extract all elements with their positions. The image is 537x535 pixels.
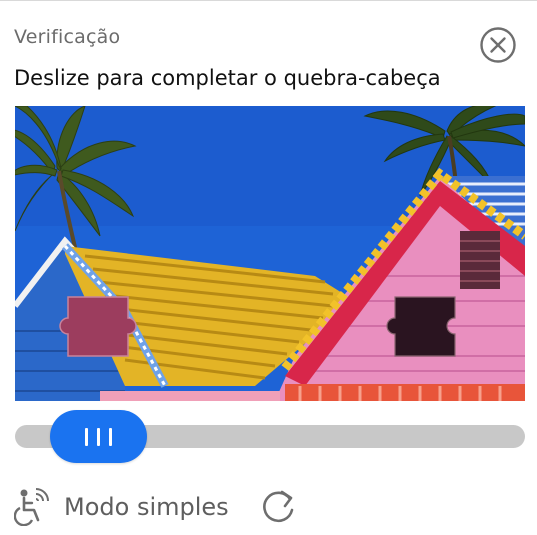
close-button[interactable] bbox=[479, 26, 517, 64]
footer-controls: Modo simples bbox=[14, 487, 298, 527]
captcha-dialog: Verificação Deslize para completar o que… bbox=[0, 0, 537, 535]
simple-mode-button[interactable]: Modo simples bbox=[14, 488, 229, 526]
puzzle-slot-icon bbox=[386, 296, 456, 357]
puzzle-image bbox=[15, 106, 525, 401]
grip-lines-icon bbox=[85, 427, 112, 446]
dialog-title: Verificação bbox=[14, 26, 121, 48]
simple-mode-label: Modo simples bbox=[64, 493, 229, 521]
instruction-text: Deslize para completar o quebra-cabeça bbox=[14, 66, 441, 90]
puzzle-piece-icon[interactable] bbox=[59, 296, 137, 357]
accessibility-wheelchair-icon bbox=[14, 488, 49, 526]
slider-handle[interactable] bbox=[50, 410, 147, 463]
refresh-button[interactable] bbox=[260, 488, 298, 526]
close-circle-icon bbox=[480, 27, 516, 63]
refresh-icon bbox=[262, 490, 293, 523]
